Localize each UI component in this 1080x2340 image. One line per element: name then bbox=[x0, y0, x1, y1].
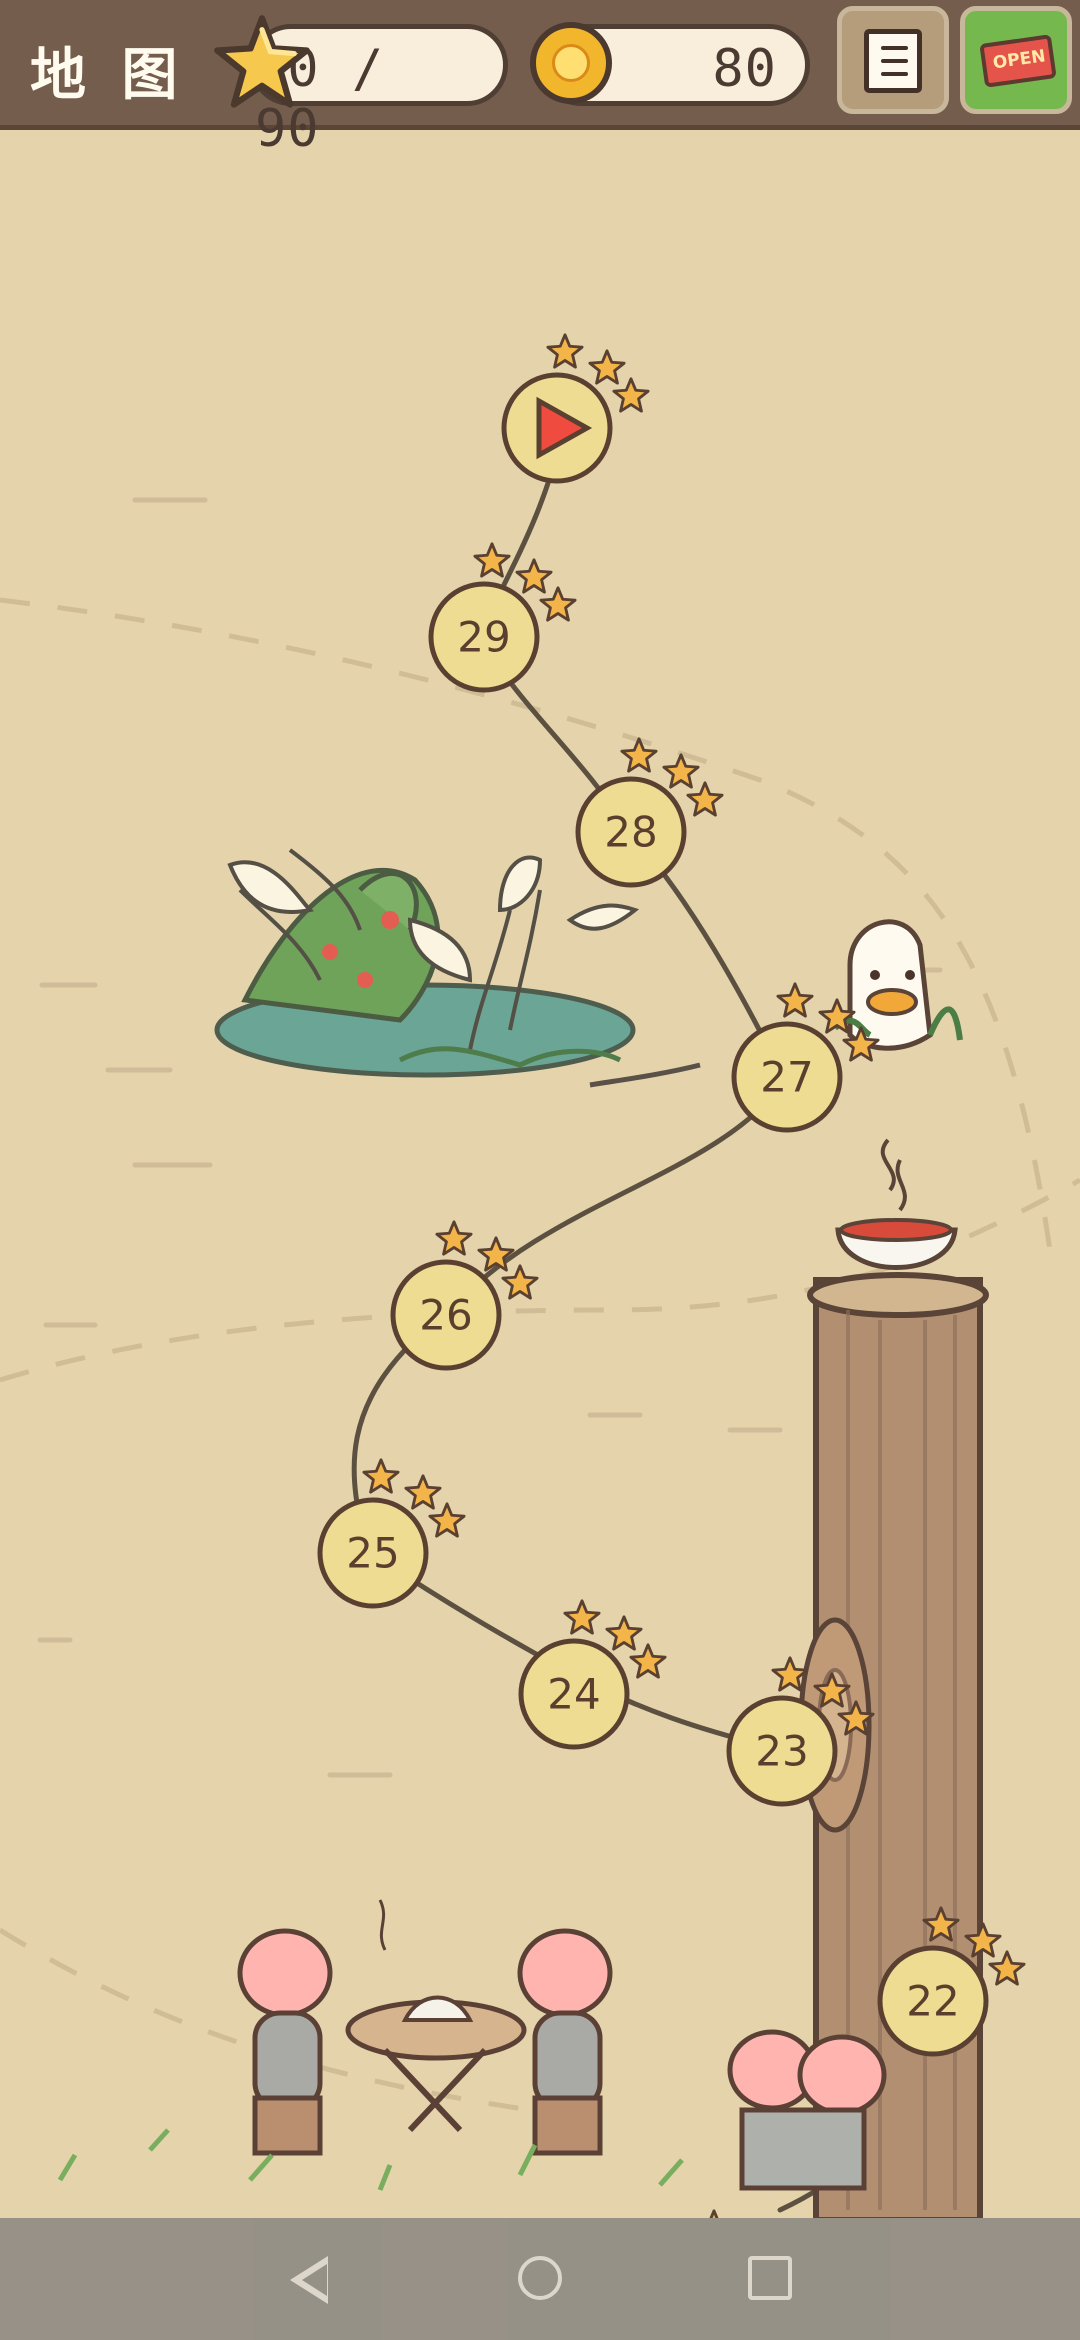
notebook-line-2 bbox=[881, 59, 908, 63]
level-number: 27 bbox=[760, 1053, 813, 1102]
level-star-icon-3 bbox=[501, 1264, 539, 1300]
android-navigation-bar bbox=[0, 2218, 1080, 2340]
recent-apps-icon[interactable] bbox=[748, 2256, 792, 2300]
notebook-line-1 bbox=[881, 46, 908, 50]
coin-count-text: 80 bbox=[712, 39, 777, 99]
level-number: 22 bbox=[906, 1977, 959, 2026]
star-icon bbox=[214, 15, 310, 108]
notebook-icon bbox=[864, 29, 922, 93]
level-number: 29 bbox=[457, 613, 510, 662]
open-shop-button[interactable]: OPEN bbox=[960, 6, 1072, 114]
level-star-icon-3 bbox=[428, 1502, 466, 1538]
level-star-icon-1 bbox=[695, 2209, 733, 2218]
level-star-icon-3 bbox=[612, 377, 650, 413]
level-node-26[interactable]: 26 bbox=[390, 1220, 539, 1371]
level-node-29[interactable]: 29 bbox=[428, 542, 577, 693]
level-number: 23 bbox=[755, 1727, 808, 1776]
level-node-21[interactable]: 21 bbox=[653, 2209, 797, 2218]
level-map: 29 28 27 26 25 24 23 22 21 bbox=[0, 333, 1080, 2218]
level-star-icon-1 bbox=[362, 1458, 400, 1494]
map-title: 地 图 bbox=[30, 43, 186, 108]
level-star-icon-1 bbox=[563, 1599, 601, 1635]
level-node-24[interactable]: 24 bbox=[518, 1599, 667, 1750]
menu-button[interactable] bbox=[837, 6, 949, 114]
level-star-icon-2 bbox=[404, 1474, 442, 1510]
pig-pair bbox=[727, 2029, 887, 2191]
home-icon[interactable] bbox=[518, 2256, 562, 2300]
level-node-25[interactable]: 25 bbox=[317, 1458, 466, 1609]
top-bar: 地 图 90 / 90 80 OPEN bbox=[0, 0, 1080, 159]
level-star-icon-1 bbox=[546, 333, 584, 369]
pig-tea-party bbox=[237, 1899, 613, 2156]
level-star-icon-2 bbox=[605, 1615, 643, 1651]
level-star-icon-1 bbox=[473, 542, 511, 578]
level-star-icon-3 bbox=[988, 1950, 1026, 1986]
level-star-icon-3 bbox=[539, 586, 577, 622]
level-star-icon-3 bbox=[686, 781, 724, 817]
open-sign-icon: OPEN bbox=[979, 34, 1057, 88]
level-number: 26 bbox=[419, 1291, 472, 1340]
level-star-icon-2 bbox=[588, 349, 626, 385]
level-number: 25 bbox=[346, 1529, 399, 1578]
level-star-icon-1 bbox=[435, 1220, 473, 1256]
level-star-icon-2 bbox=[515, 558, 553, 594]
level-number: 24 bbox=[547, 1670, 600, 1719]
level-star-icon-3 bbox=[629, 1643, 667, 1679]
soup-bowl bbox=[835, 1138, 958, 1270]
back-icon[interactable] bbox=[290, 2256, 328, 2304]
level-node-play[interactable] bbox=[501, 333, 650, 484]
coin-inner-mark bbox=[552, 44, 590, 82]
open-label: OPEN bbox=[991, 46, 1047, 74]
level-number: 28 bbox=[604, 808, 657, 857]
coin-icon bbox=[530, 22, 612, 104]
notebook-line-3 bbox=[881, 72, 908, 76]
level-star-icon-1 bbox=[776, 982, 814, 1018]
duck-character bbox=[832, 919, 963, 1051]
